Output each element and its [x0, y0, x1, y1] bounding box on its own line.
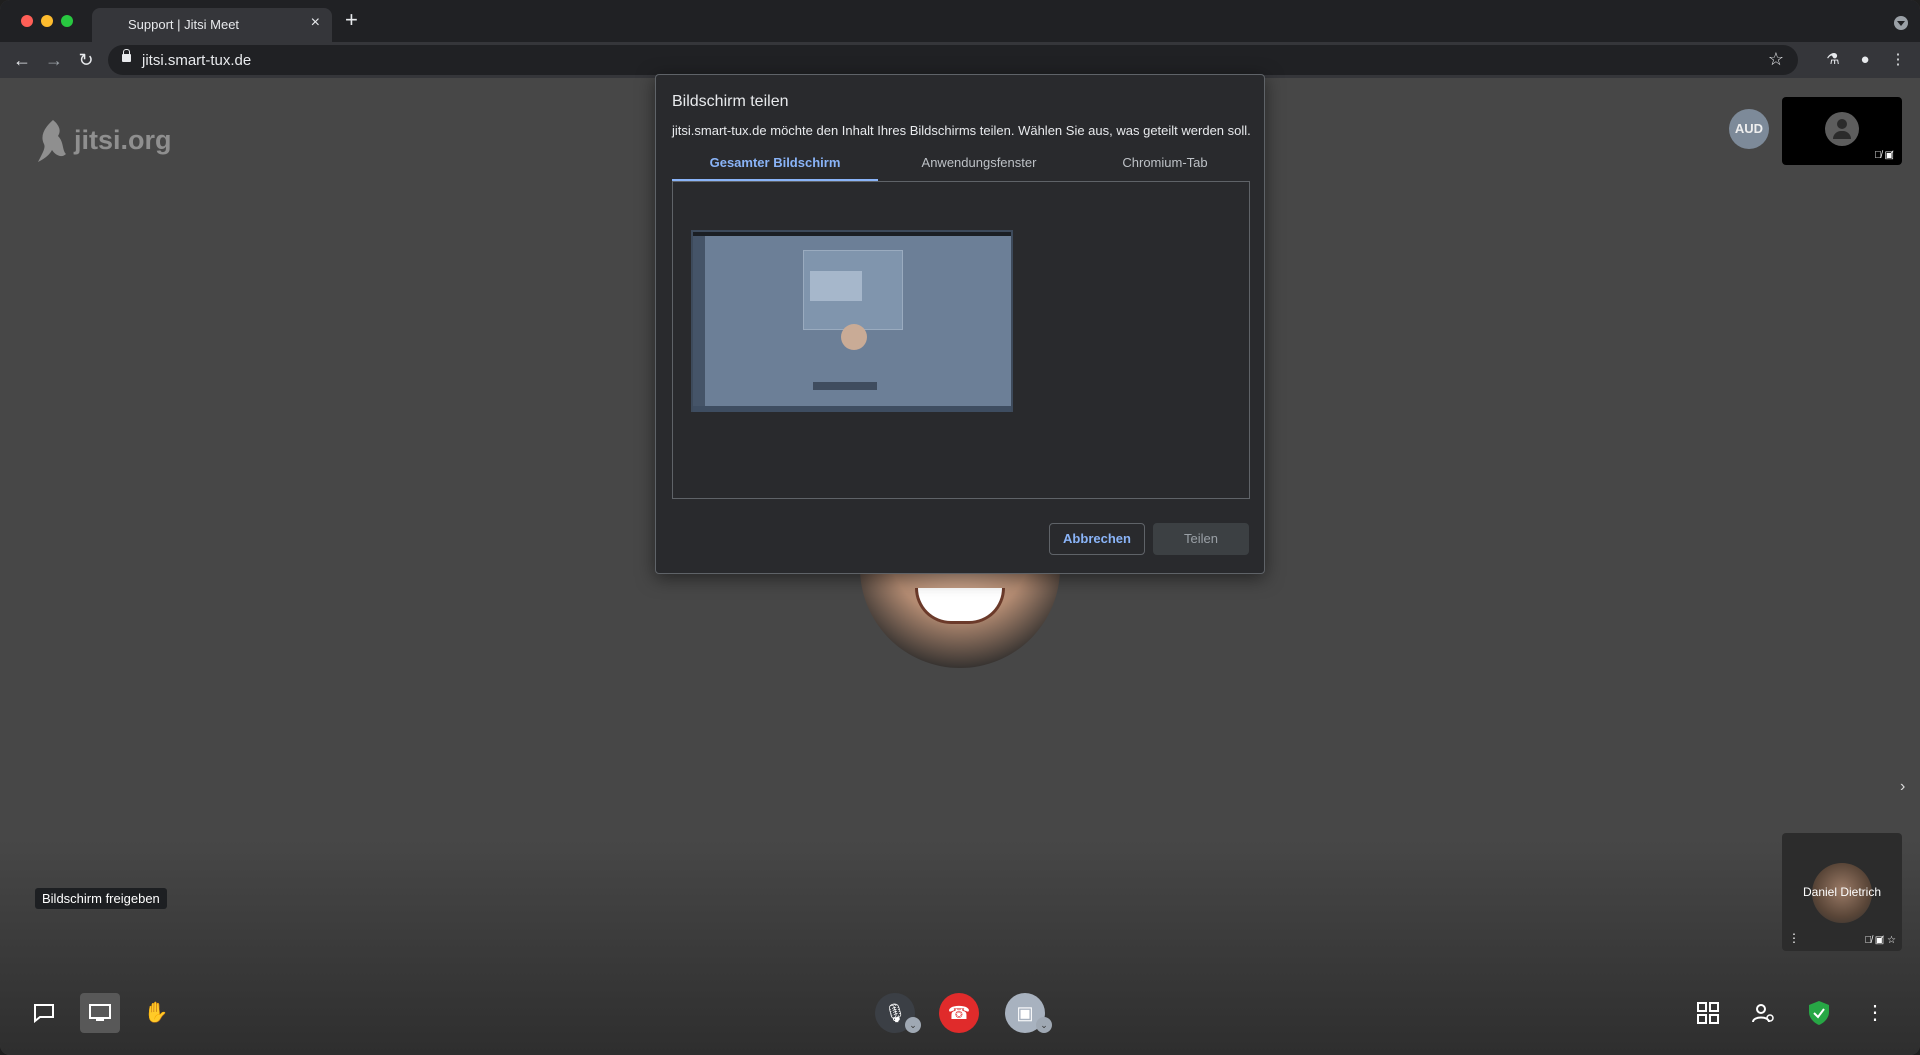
logo-text: jitsi.org: [74, 125, 172, 156]
plus-icon[interactable]: +: [345, 9, 358, 31]
tab-application-window[interactable]: Anwendungsfenster: [876, 155, 1082, 181]
shield-icon: [1809, 1001, 1829, 1025]
dialog-tabs: Gesamter Bildschirm Anwendungsfenster Ch…: [672, 155, 1250, 181]
security-button[interactable]: [1799, 993, 1839, 1033]
source-picker-panel: [672, 181, 1250, 499]
tile-view-icon: [1697, 1002, 1719, 1024]
person-icon: [1825, 112, 1859, 146]
dialog-description: jitsi.smart-tux.de möchte den Inhalt Ihr…: [672, 123, 1251, 138]
hangup-button[interactable]: ☎: [939, 993, 979, 1033]
hangup-icon: ☎: [947, 1003, 971, 1023]
tab-title: Support | Jitsi Meet: [128, 17, 240, 32]
local-video-thumbnail[interactable]: Daniel Dietrich ⋮ 🎙̸ ▣̸ ☆: [1782, 833, 1902, 951]
back-icon[interactable]: ←: [9, 47, 35, 73]
remote-video-thumbnail[interactable]: 🎙̸ ▣̸: [1782, 97, 1902, 165]
tab-chromium-tab[interactable]: Chromium-Tab: [1062, 155, 1268, 181]
reload-icon[interactable]: ↻: [73, 47, 99, 73]
mic-off-icon: 🎙: [883, 1003, 907, 1023]
chevron-right-icon[interactable]: ›: [1900, 778, 1905, 796]
close-icon[interactable]: ×: [311, 14, 320, 32]
tooltip: Bildschirm freigeben: [35, 888, 167, 909]
jitsi-logo-icon: [38, 120, 66, 162]
close-window-button[interactable]: [21, 15, 33, 27]
tab-search-icon[interactable]: [1894, 16, 1908, 30]
jitsi-logo[interactable]: jitsi.org: [36, 118, 172, 166]
profile-icon[interactable]: ●: [1855, 50, 1875, 70]
participants-button[interactable]: [1743, 993, 1783, 1033]
share-button[interactable]: Teilen: [1153, 523, 1249, 555]
local-status-icons: 🎙̸ ▣̸ ☆: [1864, 935, 1896, 946]
more-icon: ⋮: [1865, 1002, 1885, 1024]
url-text: jitsi.smart-tux.de: [142, 52, 252, 69]
maximize-window-button[interactable]: [61, 15, 73, 27]
thumbnail-menu-icon[interactable]: ⋮: [1788, 931, 1800, 945]
remote-participant-avatar[interactable]: AUD: [1729, 109, 1769, 149]
more-button[interactable]: ⋮: [1855, 993, 1895, 1033]
address-bar[interactable]: jitsi.smart-tux.de ☆: [108, 45, 1798, 75]
participants-icon: [1752, 1004, 1774, 1023]
cancel-button[interactable]: Abbrechen: [1049, 523, 1145, 555]
dialog-title: Bildschirm teilen: [672, 93, 789, 110]
lock-icon: [122, 49, 131, 62]
chat-icon: [34, 1004, 54, 1024]
star-icon[interactable]: ☆: [1768, 49, 1784, 70]
mic-options-chevron-down-icon[interactable]: ⌄: [905, 1017, 921, 1033]
kebab-menu-icon[interactable]: ⋮: [1888, 50, 1908, 70]
raise-hand-icon: ✋: [143, 1002, 169, 1024]
forward-icon[interactable]: →: [41, 47, 67, 73]
screen-share-icon: [89, 1004, 111, 1021]
tab-bar: Support | Jitsi Meet × +: [0, 0, 1920, 42]
chat-button[interactable]: [24, 993, 64, 1033]
screen-preview-thumbnail[interactable]: [691, 230, 1013, 412]
flask-icon[interactable]: ⚗: [1823, 50, 1843, 70]
screen-share-button[interactable]: [80, 993, 120, 1033]
minimize-window-button[interactable]: [41, 15, 53, 27]
muted-status-icons: 🎙̸ ▣̸: [1874, 150, 1894, 161]
browser-toolbar: ← → ↻ jitsi.smart-tux.de ☆ ⚗ ● ⋮: [0, 42, 1920, 78]
raise-hand-button[interactable]: ✋: [136, 993, 176, 1033]
tab-entire-screen[interactable]: Gesamter Bildschirm: [672, 155, 878, 181]
browser-tab[interactable]: Support | Jitsi Meet ×: [92, 8, 332, 42]
tile-view-button[interactable]: [1688, 993, 1728, 1033]
local-name: Daniel Dietrich: [1802, 885, 1882, 899]
camera-off-icon: ▣: [1016, 1003, 1034, 1023]
browser-window: Support | Jitsi Meet × + ← → ↻ jitsi.sma…: [0, 0, 1920, 1055]
camera-options-chevron-down-icon[interactable]: ⌄: [1036, 1017, 1052, 1033]
screen-share-dialog: Bildschirm teilen jitsi.smart-tux.de möc…: [655, 74, 1265, 574]
